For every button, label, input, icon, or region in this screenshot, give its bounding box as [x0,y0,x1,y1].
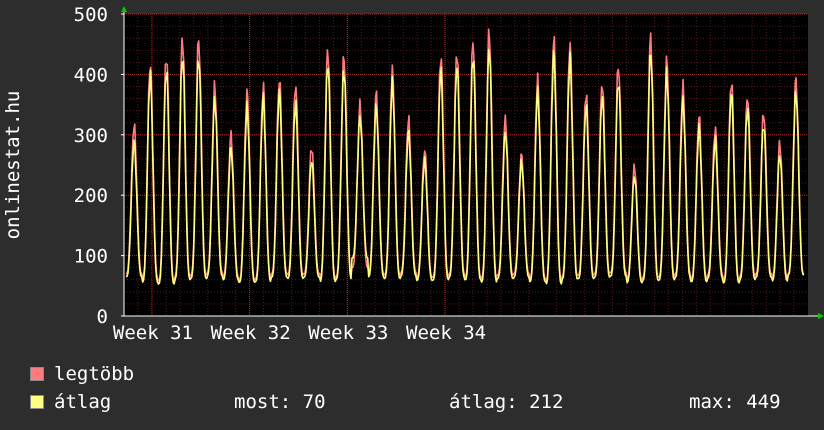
y-tick-label: 0 [97,306,108,328]
stat-average: átlag: 212 [449,391,564,413]
stat-max: max: 449 [689,391,781,413]
y-tick-label: 500 [74,4,108,26]
y-axis-label: onlinestat.hu [2,91,24,240]
y-tick-labels: 0 100 200 300 400 500 [74,4,108,328]
legend-label-avg: átlag [54,391,112,413]
x-tick-label: Week 32 [211,322,291,344]
y-tick-label: 100 [74,246,108,268]
x-axis-arrow [818,313,824,319]
legend-item-max: legtöbb [30,363,134,385]
y-tick-label: 300 [74,125,108,147]
max-swatch [30,367,44,381]
legend-label-max: legtöbb [54,363,135,385]
avg-swatch [30,395,44,409]
legend-item-avg: átlag [30,391,111,413]
y-tick-label: 200 [74,185,108,207]
x-tick-labels: Week 31 Week 32 Week 33 Week 34 [113,322,486,344]
x-tick-label: Week 31 [113,322,193,344]
y-axis-arrow [121,6,127,12]
x-tick-label: Week 33 [308,322,388,344]
x-tick-label: Week 34 [406,322,486,344]
y-tick-label: 400 [74,64,108,86]
stat-now: most: 70 [234,391,326,413]
